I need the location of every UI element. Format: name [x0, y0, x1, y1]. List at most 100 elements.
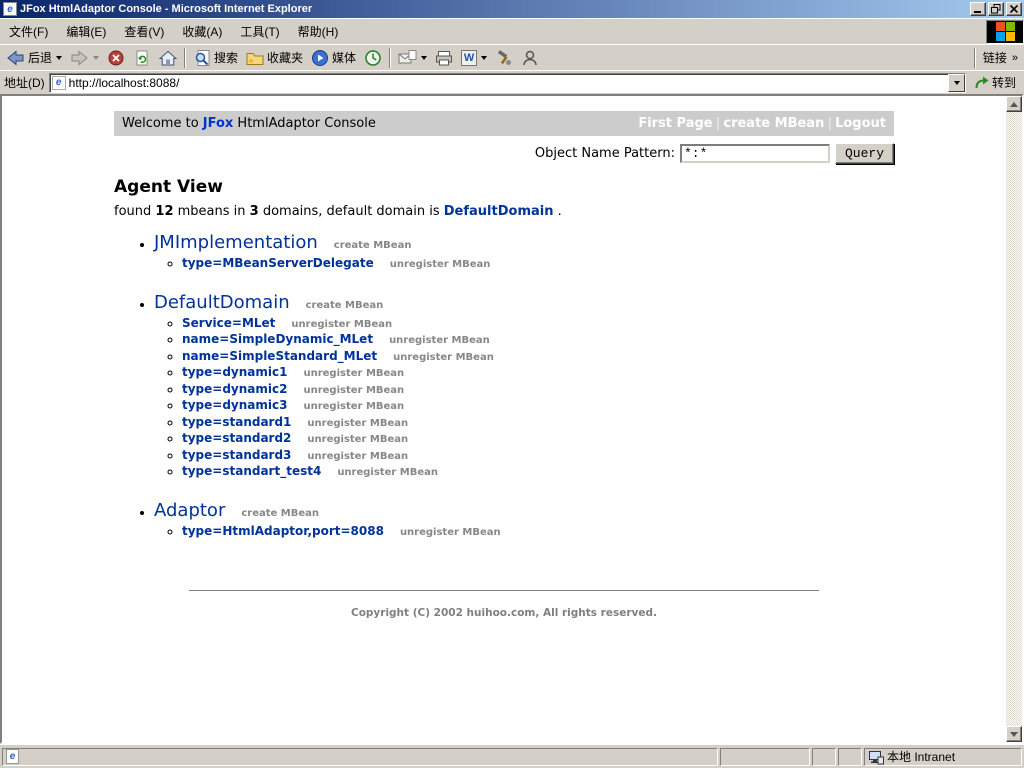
- stop-button[interactable]: [103, 47, 129, 69]
- mbean-link[interactable]: type=standard1: [182, 415, 291, 429]
- back-button[interactable]: 后退: [2, 47, 66, 69]
- menu-edit[interactable]: 编辑(E): [57, 19, 115, 44]
- unregister-mbean-link[interactable]: unregister MBean: [303, 401, 404, 412]
- query-form: Object Name Pattern: Query: [114, 143, 894, 164]
- links-bar-button[interactable]: 链接 »: [979, 47, 1022, 69]
- tools-button[interactable]: [491, 47, 517, 69]
- address-dropdown-button[interactable]: [947, 73, 965, 92]
- query-button[interactable]: Query: [834, 143, 894, 164]
- unregister-mbean-link[interactable]: unregister MBean: [291, 319, 392, 330]
- forward-button[interactable]: [66, 47, 103, 69]
- go-button[interactable]: 转到: [970, 73, 1020, 92]
- welcome-suffix: HtmlAdaptor Console: [233, 116, 376, 131]
- mbean-link[interactable]: type=dynamic2: [182, 382, 287, 396]
- mbean-link[interactable]: type=HtmlAdaptor,port=8088: [182, 524, 384, 538]
- toolbar: 后退 搜索 收藏夹 媒体 W 链接 »: [0, 44, 1024, 70]
- unregister-mbean-link[interactable]: unregister MBean: [307, 434, 408, 445]
- close-button[interactable]: [1006, 2, 1022, 16]
- mbean-link[interactable]: type=standard2: [182, 431, 291, 445]
- unregister-mbean-link[interactable]: unregister MBean: [307, 451, 408, 462]
- domain-link[interactable]: Adaptor: [154, 500, 225, 521]
- print-button[interactable]: [431, 47, 457, 69]
- scroll-down-button[interactable]: [1006, 726, 1022, 742]
- media-icon: [312, 49, 329, 66]
- mbean-link[interactable]: type=dynamic1: [182, 365, 287, 379]
- mail-button[interactable]: [394, 47, 431, 69]
- domain-link[interactable]: DefaultDomain: [154, 292, 290, 313]
- address-label: 地址(D): [4, 76, 45, 90]
- default-domain-link[interactable]: DefaultDomain: [444, 204, 554, 219]
- domain-item-jmimplementation: JMImplementation create MBean type=MBeanS…: [154, 232, 894, 273]
- edit-with-word-button[interactable]: W: [457, 47, 491, 69]
- mbean-link[interactable]: Service=MLet: [182, 316, 275, 330]
- object-name-pattern-input[interactable]: [679, 144, 830, 163]
- nav-separator: |: [715, 116, 721, 131]
- mbean-item: type=MBeanServerDelegate unregister MBean: [182, 256, 894, 273]
- unregister-mbean-link[interactable]: unregister MBean: [390, 259, 491, 270]
- menu-file[interactable]: 文件(F): [0, 19, 57, 44]
- menu-help[interactable]: 帮助(H): [289, 19, 348, 44]
- menu-tools[interactable]: 工具(T): [231, 19, 288, 44]
- restore-icon: [991, 4, 1001, 14]
- restore-button[interactable]: [988, 2, 1004, 16]
- search-button[interactable]: 搜索: [189, 47, 242, 69]
- history-button[interactable]: [360, 47, 386, 69]
- vertical-scrollbar[interactable]: [1006, 96, 1022, 742]
- jfox-brand-link[interactable]: JFox: [203, 116, 234, 131]
- unregister-mbean-link[interactable]: unregister MBean: [303, 368, 404, 379]
- go-arrow-icon: [975, 76, 989, 88]
- scroll-up-icon: [1010, 101, 1018, 107]
- address-input[interactable]: [68, 74, 948, 91]
- scroll-up-button[interactable]: [1006, 96, 1022, 112]
- create-mbean-link[interactable]: create MBean: [306, 300, 384, 311]
- minimize-button[interactable]: [970, 2, 986, 16]
- mbean-link[interactable]: name=SimpleStandard_MLet: [182, 349, 377, 363]
- messenger-button[interactable]: [517, 47, 543, 69]
- links-section: 链接 »: [971, 47, 1022, 69]
- footer-divider: [189, 590, 819, 591]
- summary-part1: found: [114, 204, 156, 219]
- unregister-mbean-link[interactable]: unregister MBean: [389, 335, 490, 346]
- mbean-link[interactable]: type=standart_test4: [182, 464, 321, 478]
- mbean-item: type=dynamic3 unregister MBean: [182, 398, 894, 415]
- word-icon: W: [461, 49, 478, 66]
- tools-hammer-icon: [497, 49, 512, 65]
- edit-dropdown-icon: [481, 55, 488, 60]
- minimize-icon: [974, 11, 981, 13]
- domain-list: JMImplementation create MBean type=MBeanS…: [114, 232, 894, 540]
- refresh-button[interactable]: [129, 47, 155, 69]
- status-main-pane: e: [2, 747, 718, 766]
- address-dropdown-icon: [953, 80, 960, 85]
- mbean-item: type=dynamic1 unregister MBean: [182, 365, 894, 382]
- welcome-text: Welcome to JFox HtmlAdaptor Console: [122, 116, 376, 131]
- page-container: Welcome to JFox HtmlAdaptor Console Firs…: [114, 111, 894, 619]
- nav-first-page-link[interactable]: First Page: [638, 116, 712, 131]
- unregister-mbean-link[interactable]: unregister MBean: [303, 385, 404, 396]
- mbean-link[interactable]: type=MBeanServerDelegate: [182, 256, 374, 270]
- mbean-link[interactable]: type=dynamic3: [182, 398, 287, 412]
- media-button[interactable]: 媒体: [307, 47, 360, 69]
- create-mbean-link[interactable]: create MBean: [334, 240, 412, 251]
- favorites-folder-icon: [246, 52, 264, 65]
- create-mbean-link[interactable]: create MBean: [241, 508, 319, 519]
- favorites-button[interactable]: 收藏夹: [242, 47, 307, 69]
- menu-view[interactable]: 查看(V): [115, 19, 173, 44]
- nav-create-mbean-link[interactable]: create MBean: [723, 116, 824, 131]
- back-arrow-icon: [7, 49, 24, 66]
- web-page: Welcome to JFox HtmlAdaptor Console Firs…: [2, 96, 1006, 742]
- mbean-link[interactable]: name=SimpleDynamic_MLet: [182, 332, 373, 346]
- unregister-mbean-link[interactable]: unregister MBean: [400, 527, 501, 538]
- menu-favorites[interactable]: 收藏(A): [173, 19, 231, 44]
- address-bar: 地址(D) e 转到: [0, 70, 1024, 94]
- domain-count: 3: [249, 204, 259, 219]
- domain-link[interactable]: JMImplementation: [154, 232, 318, 253]
- mbean-link[interactable]: type=standard3: [182, 448, 291, 462]
- unregister-mbean-link[interactable]: unregister MBean: [307, 418, 408, 429]
- scroll-down-icon: [1010, 731, 1018, 737]
- nav-logout-link[interactable]: Logout: [835, 116, 886, 131]
- unregister-mbean-link[interactable]: unregister MBean: [337, 467, 438, 478]
- home-button[interactable]: [155, 47, 181, 69]
- unregister-mbean-link[interactable]: unregister MBean: [393, 352, 494, 363]
- mbean-item: name=SimpleStandard_MLet unregister MBean: [182, 349, 894, 366]
- status-pane: [720, 747, 810, 766]
